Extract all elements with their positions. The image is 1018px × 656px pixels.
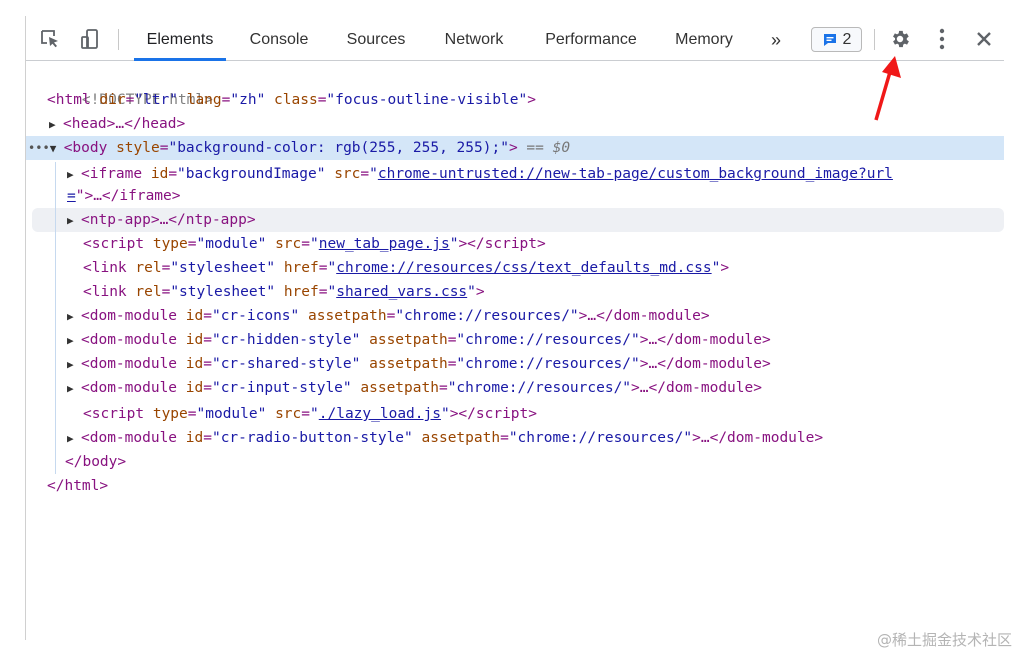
dom-module-node[interactable]: ▶ <dom-module id="cr-radio-button-style" … bbox=[67, 426, 823, 450]
tab-performance[interactable]: Performance bbox=[532, 18, 650, 60]
tab-network[interactable]: Network bbox=[430, 18, 518, 60]
expand-triangle-icon[interactable]: ▶ bbox=[67, 427, 81, 451]
script-src-link[interactable]: new_tab_page.js bbox=[319, 236, 450, 252]
stylesheet-link[interactable]: shared_vars.css bbox=[336, 284, 467, 300]
issues-badge[interactable]: 2 bbox=[811, 27, 862, 52]
html-open-node[interactable]: <html dir="ltr" lang="zh" class="focus-o… bbox=[47, 88, 536, 112]
html-close-node[interactable]: </html> bbox=[47, 474, 108, 498]
expand-triangle-icon[interactable]: ▶ bbox=[49, 113, 63, 137]
dom-module-node[interactable]: ▶ <dom-module id="cr-shared-style" assetp… bbox=[67, 352, 771, 376]
head-node[interactable]: ▶ <head>…</head> bbox=[49, 112, 185, 136]
more-options-icon[interactable]: ••• bbox=[28, 141, 50, 155]
iframe-node[interactable]: ▶ <iframe id="backgroundImage" src="chrom… bbox=[67, 162, 893, 186]
watermark: @稀土掘金技术社区 bbox=[876, 631, 1012, 649]
more-tabs-button[interactable]: » bbox=[760, 18, 792, 60]
expand-triangle-icon[interactable]: ▶ bbox=[67, 377, 81, 401]
panel-left-border bbox=[25, 16, 26, 640]
tab-elements[interactable]: Elements bbox=[134, 18, 226, 61]
ntp-app-node[interactable]: ▶ <ntp-app>…</ntp-app> bbox=[67, 208, 256, 232]
link-node[interactable]: <link rel="stylesheet" href="chrome://re… bbox=[83, 256, 729, 280]
devtools-toolbar: Elements Console Sources Network Perform… bbox=[26, 18, 1004, 61]
doctype-node[interactable]: <!DOCTYPE html> bbox=[47, 64, 213, 108]
link-node[interactable]: <link rel="stylesheet" href="shared_vars… bbox=[83, 280, 485, 304]
stylesheet-link[interactable]: chrome://resources/css/text_defaults_md.… bbox=[336, 260, 711, 276]
body-open-node[interactable]: •••▼ <body style="background-color: rgb(2… bbox=[28, 136, 570, 160]
tab-sources[interactable]: Sources bbox=[334, 18, 418, 60]
message-icon bbox=[823, 33, 836, 46]
iframe-src-link[interactable]: chrome-untrusted://new-tab-page/custom_b… bbox=[378, 166, 893, 182]
dom-module-node[interactable]: ▶ <dom-module id="cr-icons" assetpath="ch… bbox=[67, 304, 710, 328]
iframe-node-continued: =">…</iframe> bbox=[67, 188, 181, 204]
script-src-link[interactable]: ./lazy_load.js bbox=[319, 406, 441, 422]
inspect-element-icon[interactable] bbox=[38, 27, 62, 51]
expand-triangle-icon[interactable]: ▶ bbox=[67, 305, 81, 329]
dom-module-node[interactable]: ▶ <dom-module id="cr-hidden-style" assetp… bbox=[67, 328, 771, 352]
kebab-menu-icon[interactable] bbox=[930, 27, 954, 51]
script-node[interactable]: <script type="module" src="new_tab_page.… bbox=[83, 232, 546, 256]
tab-memory[interactable]: Memory bbox=[664, 18, 744, 60]
iframe-src-link-end[interactable]: = bbox=[67, 188, 76, 204]
gear-icon[interactable] bbox=[888, 27, 912, 51]
expand-triangle-icon[interactable]: ▶ bbox=[67, 209, 81, 233]
dom-module-node[interactable]: ▶ <dom-module id="cr-input-style" assetpa… bbox=[67, 376, 762, 400]
red-arrow-annotation bbox=[874, 56, 901, 121]
selected-node-marker: == $0 bbox=[526, 140, 571, 156]
expand-triangle-icon[interactable]: ▶ bbox=[67, 353, 81, 377]
script-node[interactable]: <script type="module" src="./lazy_load.j… bbox=[83, 402, 537, 426]
body-close-node[interactable]: </body> bbox=[65, 450, 126, 474]
tab-console[interactable]: Console bbox=[238, 18, 320, 60]
expand-triangle-icon[interactable]: ▶ bbox=[67, 329, 81, 353]
device-toolbar-icon[interactable] bbox=[78, 27, 102, 51]
tree-guide-line bbox=[55, 162, 56, 474]
close-icon[interactable] bbox=[972, 27, 996, 51]
collapse-triangle-icon[interactable]: ▼ bbox=[50, 137, 64, 161]
toolbar-separator bbox=[874, 29, 875, 50]
toolbar-separator bbox=[118, 29, 119, 50]
issues-count: 2 bbox=[842, 30, 852, 48]
